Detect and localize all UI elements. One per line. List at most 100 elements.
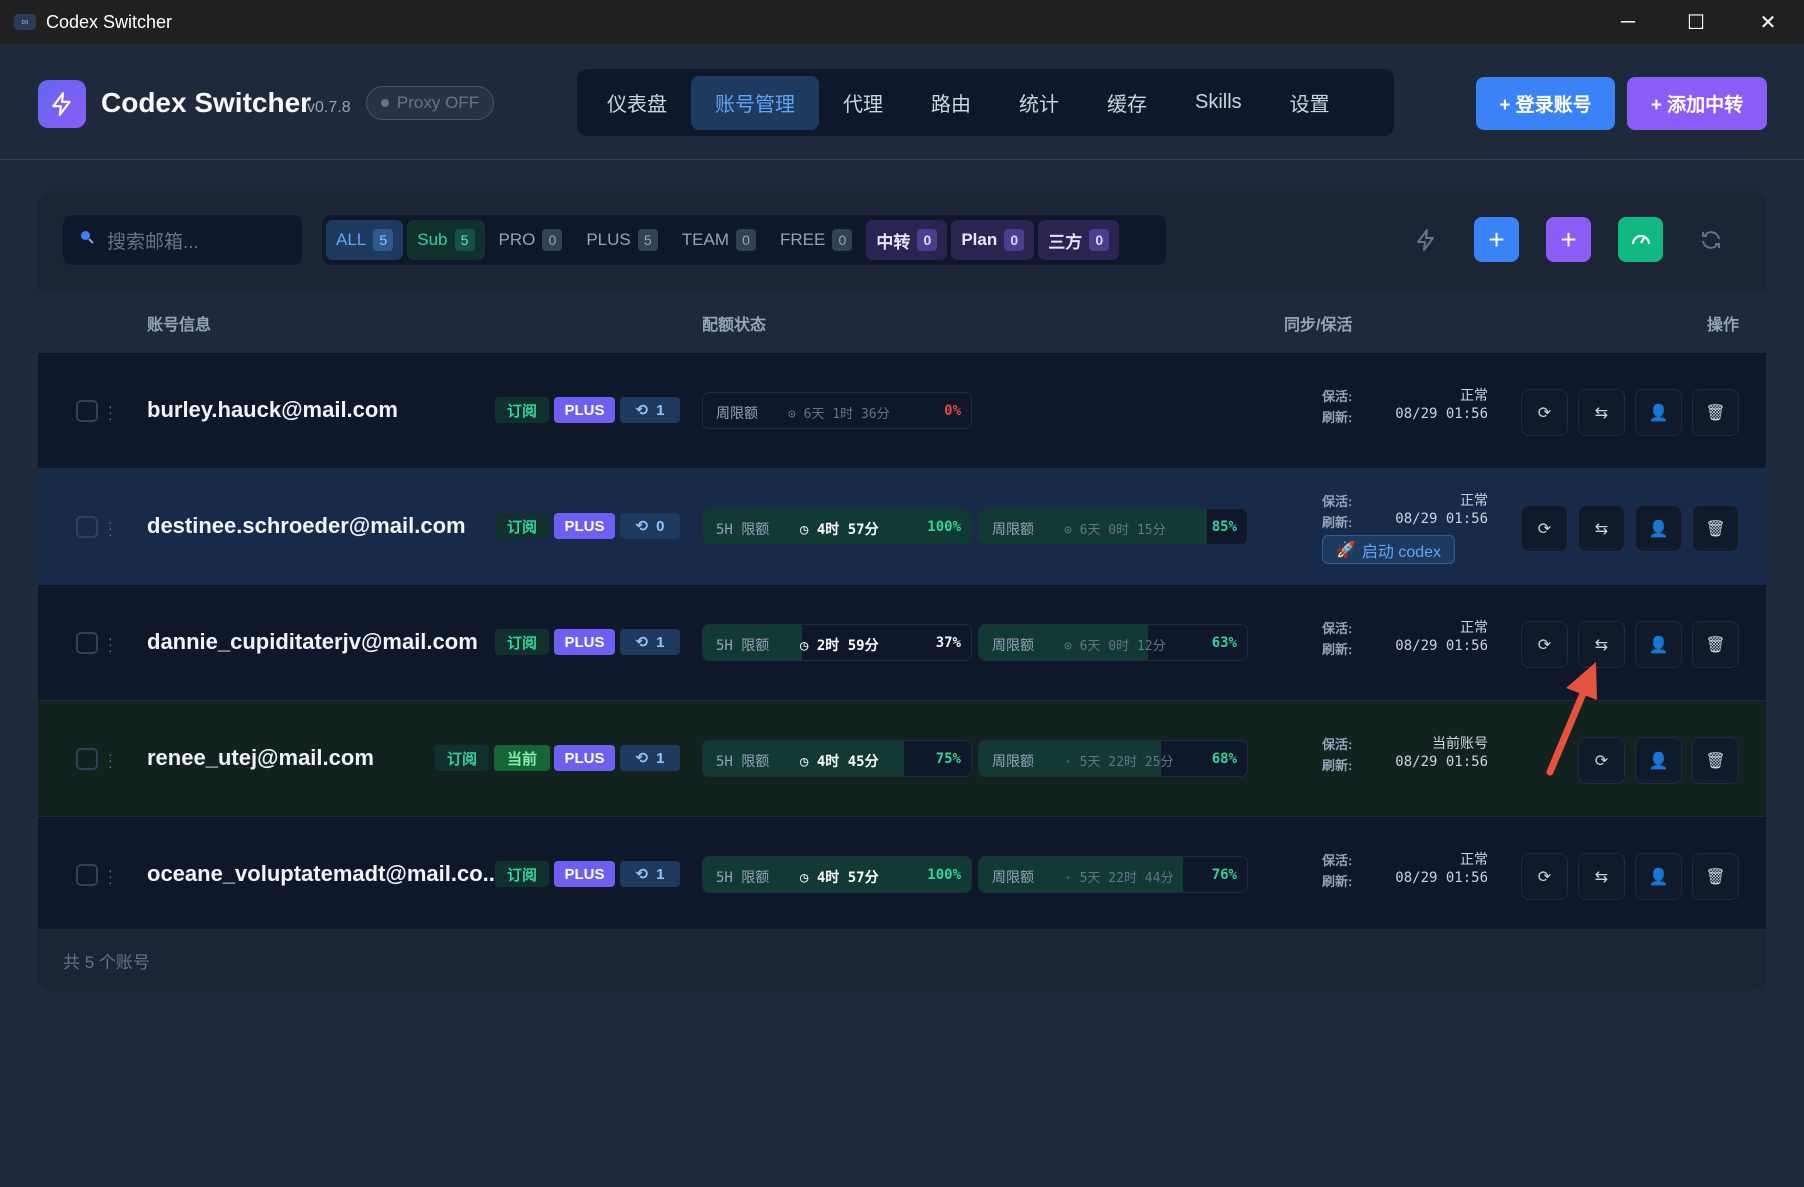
switch-account-icon[interactable]: ⇆ [1578, 389, 1625, 436]
clock-icon: ⊙ [1064, 523, 1080, 538]
filter-count: 0 [542, 229, 563, 251]
drag-handle-icon[interactable]: · · · [108, 631, 113, 657]
add-account-plus-icon[interactable]: + [1474, 217, 1519, 262]
filter-plan[interactable]: Plan 0 [951, 220, 1035, 260]
filter-all[interactable]: ALL 5 [326, 220, 404, 260]
rocket-icon: 🚀 [1335, 541, 1356, 559]
minimize-button[interactable]: ─ [1592, 0, 1664, 45]
delete-trash-icon[interactable]: 🗑 [1692, 737, 1739, 784]
table-row[interactable]: · · · oceane_voluptatemadt@mail.co... 订阅 P… [38, 816, 1766, 932]
filter-plus[interactable]: PLUS 5 [576, 220, 667, 260]
search-input[interactable]: 搜索邮箱... [63, 215, 302, 265]
quota-reset-value: 4时 45分 [816, 754, 879, 770]
drag-handle-icon[interactable]: · · · [108, 863, 113, 889]
filter-chips: ALL 5 Sub 5 PRO 0 PLUS 5 TEAM 0 FREE 0 中转 0 Pla… [322, 215, 1166, 265]
weekly-quota-bar: 周限额 ⊙ 6天 0时 15分 85% [978, 508, 1248, 545]
drag-handle-icon[interactable]: · · · [108, 515, 113, 541]
drag-handle-icon[interactable]: · · · [108, 747, 113, 773]
refresh-count: 1 [656, 749, 665, 767]
clock-icon: ⊙ [788, 407, 804, 422]
quota-label: 周限额 [992, 754, 1034, 770]
delete-trash-icon[interactable]: 🗑 [1692, 505, 1739, 552]
table-row[interactable]: · · · burley.hauck@mail.com 订阅 PLUS ⟲ 1 周限额… [38, 352, 1766, 468]
quota-reset-time: · 5天 22时 25分 [1064, 751, 1173, 770]
refresh-icon[interactable]: ⟳ [1521, 621, 1568, 668]
sync-small-icon: ⟲ [635, 402, 649, 419]
clock-icon: ◷ [800, 522, 817, 538]
tab-cache[interactable]: 缓存 [1083, 76, 1171, 130]
switch-account-icon[interactable]: ⇆ [1578, 621, 1625, 668]
plan-badge: PLUS [554, 629, 615, 655]
refresh-icon[interactable]: ⟳ [1578, 737, 1625, 784]
row-checkbox[interactable] [76, 400, 98, 422]
filter-free[interactable]: FREE 0 [770, 220, 862, 260]
refresh-icon[interactable]: ⟳ [1521, 505, 1568, 552]
maximize-button[interactable]: ☐ [1660, 0, 1732, 45]
status-dot-icon [380, 99, 389, 107]
tab-skills[interactable]: Skills [1171, 76, 1266, 130]
quota-label: 5H 限额 [716, 638, 770, 654]
accounts-footer: 共 5 个账号 [38, 929, 1766, 991]
keepalive-status: 正常 [1460, 620, 1488, 636]
quota-reset-time: ◷ 2时 59分 [800, 635, 879, 655]
tab-stats[interactable]: 统计 [995, 76, 1083, 130]
app-header: Codex Switcher v0.7.8 Proxy OFF 仪表盘 账号管理… [0, 45, 1804, 160]
filter-relay[interactable]: 中转 0 [866, 220, 948, 260]
quota-label: 周限额 [992, 870, 1034, 886]
speed-gauge-icon[interactable] [1618, 217, 1663, 262]
switch-account-icon[interactable]: ⇆ [1578, 853, 1625, 900]
filter-third-party[interactable]: 三方 0 [1038, 220, 1120, 260]
login-account-button[interactable]: + 登录账号 [1476, 77, 1615, 130]
add-user-icon[interactable]: 👤 [1635, 737, 1682, 784]
refresh-count: 1 [656, 865, 665, 883]
add-user-icon[interactable]: 👤 [1635, 389, 1682, 436]
proxy-status-badge[interactable]: Proxy OFF [366, 86, 494, 120]
table-row[interactable]: · · · dannie_cupiditaterjv@mail.com 订阅 PLU… [38, 584, 1766, 700]
close-button[interactable]: ✕ [1732, 0, 1804, 45]
row-checkbox[interactable] [76, 516, 98, 538]
delete-trash-icon[interactable]: 🗑 [1692, 389, 1739, 436]
delete-trash-icon[interactable]: 🗑 [1692, 853, 1739, 900]
row-checkbox[interactable] [76, 632, 98, 654]
filter-team[interactable]: TEAM 0 [672, 220, 766, 260]
filter-count: 0 [1089, 229, 1110, 251]
weekly-quota-bar: 周限额 ⊙ 6天 1时 36分 0% [702, 392, 972, 429]
tab-routing[interactable]: 路由 [907, 76, 995, 130]
quota-reset-time: ◷ 4时 57分 [800, 519, 879, 539]
quota-percent: 75% [935, 751, 961, 767]
switch-account-icon[interactable]: ⇆ [1578, 505, 1625, 552]
app-version: v0.7.8 [307, 99, 351, 116]
plan-badge: PLUS [554, 745, 615, 771]
add-user-icon[interactable]: 👤 [1635, 853, 1682, 900]
tab-settings[interactable]: 设置 [1266, 76, 1354, 130]
filter-sub[interactable]: Sub 5 [407, 220, 485, 260]
launch-codex-button[interactable]: 🚀 启动 codex [1322, 535, 1455, 564]
table-row[interactable]: · · · renee_utej@mail.com 订阅 当前 PLUS ⟲ 1 5H… [38, 700, 1766, 816]
quota-reset-time: ◷ 4时 57分 [800, 867, 879, 887]
add-relay-button[interactable]: + 添加中转 [1627, 77, 1767, 130]
plan-badge: PLUS [554, 513, 615, 539]
quota-reset-time: ⊙ 6天 0时 15分 [1064, 519, 1166, 538]
drag-handle-icon[interactable]: · · · [108, 399, 113, 425]
row-checkbox[interactable] [76, 748, 98, 770]
table-row[interactable]: · · · destinee.schroeder@mail.com 订阅 PLUS … [38, 468, 1766, 584]
add-relay-plus-icon[interactable]: + [1546, 217, 1591, 262]
delete-trash-icon[interactable]: 🗑 [1692, 621, 1739, 668]
row-checkbox[interactable] [76, 864, 98, 886]
filter-label: TEAM [681, 230, 729, 249]
add-user-icon[interactable]: 👤 [1635, 505, 1682, 552]
tab-proxy[interactable]: 代理 [819, 76, 907, 130]
filter-pro[interactable]: PRO 0 [489, 220, 573, 260]
refresh-all-icon[interactable] [1688, 217, 1733, 262]
refresh-icon[interactable]: ⟳ [1521, 389, 1568, 436]
quota-reset-value: 4时 57分 [816, 522, 879, 538]
account-email: burley.hauck@mail.com [147, 397, 398, 422]
add-user-icon[interactable]: 👤 [1635, 621, 1682, 668]
refresh-icon[interactable]: ⟳ [1521, 853, 1568, 900]
keepalive-status: 正常 [1460, 493, 1488, 509]
tab-accounts[interactable]: 账号管理 [691, 75, 819, 130]
filter-label: 中转 [876, 232, 911, 252]
tab-dashboard[interactable]: 仪表盘 [583, 76, 691, 130]
column-header-sync: 同步/保活 [1284, 317, 1353, 334]
lightning-icon[interactable] [1403, 217, 1448, 262]
